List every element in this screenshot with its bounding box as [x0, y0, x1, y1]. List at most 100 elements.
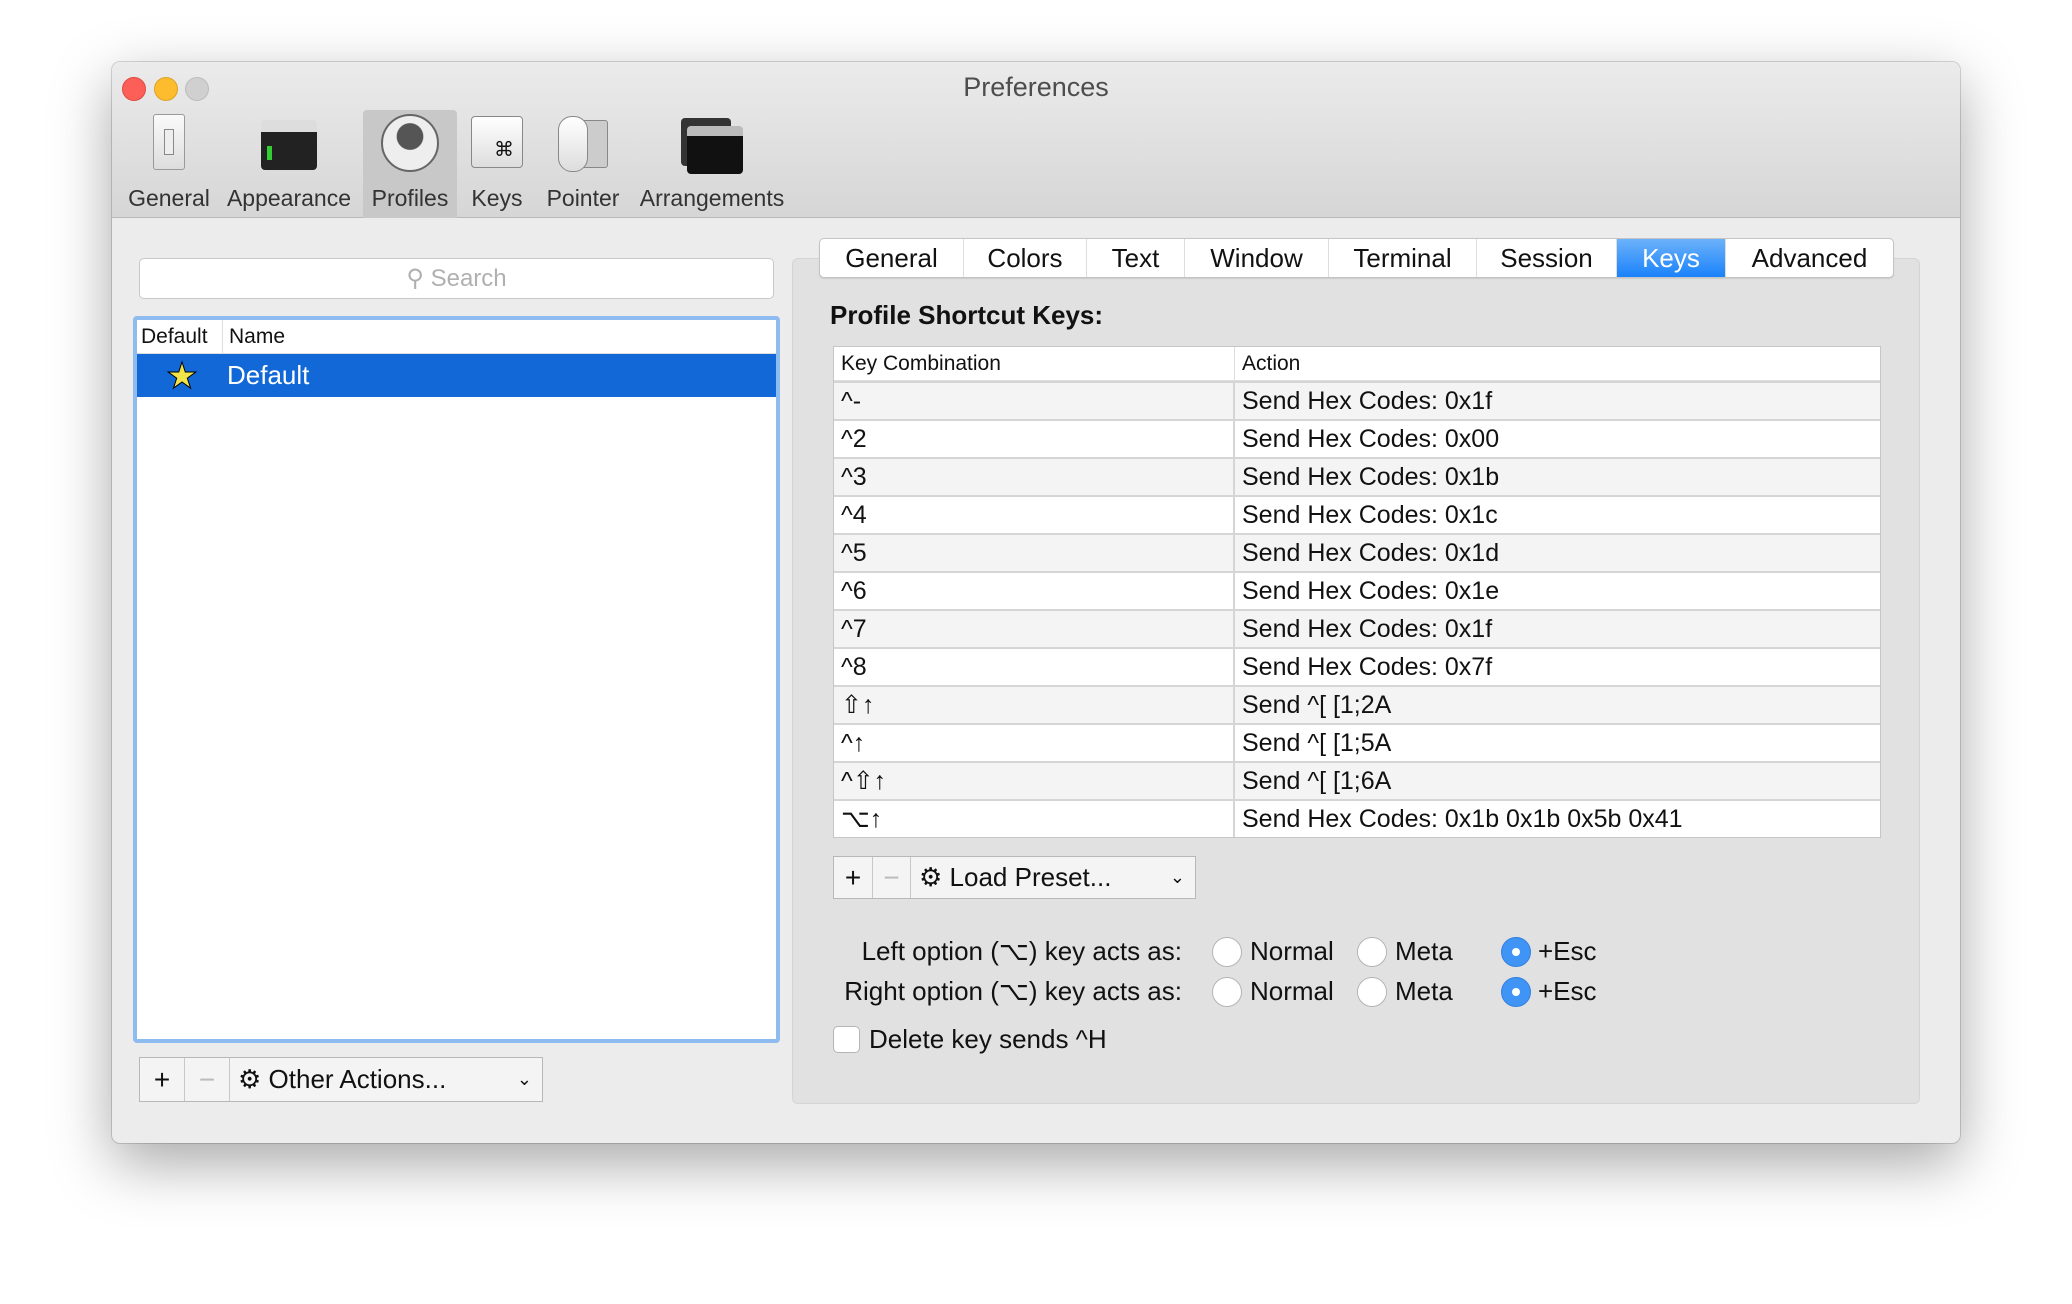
toolbar-pointer[interactable]: Pointer	[542, 110, 624, 218]
shortcut-keys-table[interactable]: Key Combination Action ^- Send Hex Codes:…	[833, 346, 1881, 838]
add-key-mapping-button[interactable]: +	[834, 857, 873, 898]
other-actions-popup[interactable]: ⚙ Other Actions... ⌄	[230, 1058, 542, 1101]
tab-terminal[interactable]: Terminal	[1329, 239, 1477, 277]
profile-search-input[interactable]: ⚲ Search	[139, 258, 774, 299]
key-combination-cell: ^3	[834, 459, 1235, 495]
right-option-esc-label: +Esc	[1538, 976, 1597, 1006]
add-profile-button[interactable]: +	[140, 1058, 185, 1101]
key-combination-cell: ⌥↑	[834, 801, 1235, 837]
action-cell: Send ^[ [1;5A	[1242, 729, 1392, 757]
profile-row[interactable]: ★ Default	[137, 354, 776, 397]
window-title: Preferences	[963, 72, 1109, 102]
profile-buttons: + − ⚙ Other Actions... ⌄	[139, 1057, 543, 1102]
table-row[interactable]: ^7 Send Hex Codes: 0x1f	[834, 609, 1880, 647]
action-cell: Send ^[ [1;2A	[1242, 691, 1392, 719]
switch-icon	[153, 114, 185, 170]
preferences-window: Preferences General Appearance Profiles …	[112, 62, 1960, 1143]
table-header: Key Combination Action	[834, 347, 1880, 381]
left-option-meta-radio[interactable]	[1357, 937, 1387, 967]
right-option-esc-radio[interactable]	[1501, 977, 1531, 1007]
table-row[interactable]: ^6 Send Hex Codes: 0x1e	[834, 571, 1880, 609]
tab-session[interactable]: Session	[1477, 239, 1617, 277]
key-combination-cell: ^2	[834, 421, 1235, 457]
gear-icon: ⚙	[919, 862, 950, 892]
left-option-esc-radio[interactable]	[1501, 937, 1531, 967]
load-preset-popup[interactable]: ⚙ Load Preset... ⌄	[911, 857, 1195, 898]
tab-window[interactable]: Window	[1185, 239, 1329, 277]
action-cell: Send Hex Codes: 0x1c	[1242, 501, 1498, 529]
action-cell: Send Hex Codes: 0x1b	[1242, 463, 1500, 491]
key-combination-cell: ^8	[834, 649, 1235, 685]
column-key-combination[interactable]: Key Combination	[834, 347, 1235, 380]
tab-keys[interactable]: Keys	[1617, 239, 1726, 277]
table-row[interactable]: ⇧↑ Send ^[ [1;2A	[834, 685, 1880, 723]
tab-general[interactable]: General	[820, 239, 964, 277]
delete-sends-h-label: Delete key sends ^H	[869, 1024, 1107, 1054]
key-combination-cell: ^-	[834, 383, 1235, 419]
tab-text[interactable]: Text	[1087, 239, 1185, 277]
action-cell: Send Hex Codes: 0x1f	[1242, 615, 1493, 643]
mouse-icon	[558, 116, 608, 172]
left-option-normal-radio[interactable]	[1212, 937, 1242, 967]
profile-list-header: Default Name	[137, 320, 776, 354]
windows-stack-icon	[681, 118, 743, 174]
user-silhouette-icon	[381, 114, 439, 172]
right-option-label: Right option (⌥) key acts as:	[844, 976, 1182, 1006]
toolbar: Preferences General Appearance Profiles …	[112, 62, 1960, 218]
command-key-icon: ⌘	[471, 116, 523, 168]
table-row[interactable]: ^8 Send Hex Codes: 0x7f	[834, 647, 1880, 685]
delete-sends-h-checkbox[interactable]	[833, 1026, 860, 1053]
table-row[interactable]: ^↑ Send ^[ [1;5A	[834, 723, 1880, 761]
remove-profile-button[interactable]: −	[185, 1058, 230, 1101]
right-option-meta-label: Meta	[1395, 976, 1453, 1006]
key-combination-cell: ^5	[834, 535, 1235, 571]
toolbar-profiles[interactable]: Profiles	[363, 110, 457, 218]
key-combination-cell: ^⇧↑	[834, 763, 1235, 799]
toolbar-arrangements[interactable]: Arrangements	[637, 110, 787, 218]
column-action[interactable]: Action	[1235, 347, 1880, 380]
toolbar-keys[interactable]: ⌘ Keys	[467, 110, 527, 218]
gear-icon: ⚙	[238, 1064, 269, 1094]
chevron-down-icon: ⌄	[516, 1069, 532, 1089]
column-default[interactable]: Default	[137, 320, 223, 353]
tab-advanced[interactable]: Advanced	[1726, 239, 1893, 277]
action-cell: Send Hex Codes: 0x1d	[1242, 539, 1500, 567]
left-option-normal-label: Normal	[1250, 936, 1334, 966]
table-row[interactable]: ⌥↑ Send Hex Codes: 0x1b 0x1b 0x5b 0x41	[834, 799, 1880, 837]
section-title: Profile Shortcut Keys:	[830, 300, 1104, 330]
key-mapping-buttons: + − ⚙ Load Preset... ⌄	[833, 856, 1196, 899]
right-option-normal-label: Normal	[1250, 976, 1334, 1006]
action-cell: Send Hex Codes: 0x00	[1242, 425, 1500, 453]
table-row[interactable]: ^⇧↑ Send ^[ [1;6A	[834, 761, 1880, 799]
key-combination-cell: ^4	[834, 497, 1235, 533]
table-row[interactable]: ^2 Send Hex Codes: 0x00	[834, 419, 1880, 457]
chevron-down-icon: ⌄	[1169, 867, 1185, 887]
right-option-normal-radio[interactable]	[1212, 977, 1242, 1007]
action-cell: Send ^[ [1;6A	[1242, 767, 1392, 795]
search-icon: ⚲	[406, 265, 431, 292]
action-cell: Send Hex Codes: 0x1b 0x1b 0x5b 0x41	[1242, 805, 1683, 833]
table-row[interactable]: ^4 Send Hex Codes: 0x1c	[834, 495, 1880, 533]
table-row[interactable]: ^5 Send Hex Codes: 0x1d	[834, 533, 1880, 571]
profile-tabs: General Colors Text Window Terminal Sess…	[819, 238, 1894, 278]
action-cell: Send Hex Codes: 0x1e	[1242, 577, 1500, 605]
key-combination-cell: ⇧↑	[834, 687, 1235, 723]
key-combination-cell: ^7	[834, 611, 1235, 647]
left-option-meta-label: Meta	[1395, 936, 1453, 966]
column-name[interactable]: Name	[223, 320, 285, 353]
action-cell: Send Hex Codes: 0x1f	[1242, 387, 1493, 415]
key-combination-cell: ^↑	[834, 725, 1235, 761]
toolbar-general[interactable]: General	[128, 110, 210, 218]
action-cell: Send Hex Codes: 0x7f	[1242, 653, 1493, 681]
profile-list[interactable]: Default Name ★ Default	[133, 316, 780, 1043]
table-row[interactable]: ^- Send Hex Codes: 0x1f	[834, 381, 1880, 419]
left-option-esc-label: +Esc	[1538, 936, 1597, 966]
terminal-window-icon	[261, 120, 317, 170]
remove-key-mapping-button[interactable]: −	[873, 857, 911, 898]
key-combination-cell: ^6	[834, 573, 1235, 609]
table-row[interactable]: ^3 Send Hex Codes: 0x1b	[834, 457, 1880, 495]
tab-colors[interactable]: Colors	[964, 239, 1087, 277]
left-option-label: Left option (⌥) key acts as:	[861, 936, 1182, 966]
toolbar-appearance[interactable]: Appearance	[225, 110, 353, 218]
right-option-meta-radio[interactable]	[1357, 977, 1387, 1007]
